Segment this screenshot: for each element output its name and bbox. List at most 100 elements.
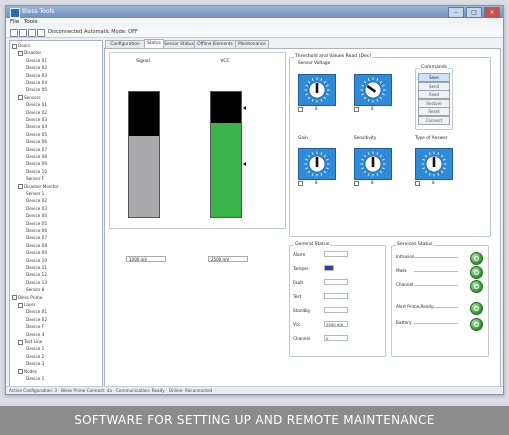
tree-item[interactable]: Device 11 bbox=[26, 265, 47, 271]
tab-sensor-status[interactable]: Sensor Status bbox=[163, 40, 195, 48]
tree-item[interactable]: Doors bbox=[12, 43, 30, 49]
service-row: Alert Prime Ready bbox=[396, 302, 476, 312]
tree-item[interactable]: Device 02 bbox=[26, 317, 47, 323]
rotary-dial[interactable] bbox=[354, 74, 392, 106]
expand-toggle-icon[interactable] bbox=[18, 302, 23, 308]
tree-item[interactable]: Device 04 bbox=[26, 80, 47, 86]
tree-item[interactable]: Device 2 bbox=[26, 354, 44, 360]
refresh-icon[interactable] bbox=[37, 29, 45, 37]
tree-item[interactable]: Sensors bbox=[18, 95, 41, 101]
tree-item-label: Sensor 1 bbox=[26, 191, 45, 196]
tree-item[interactable]: Device 02 bbox=[26, 65, 47, 71]
tree-item[interactable]: Device 1 bbox=[26, 376, 44, 382]
tree-item-label: Laser bbox=[24, 302, 36, 307]
tree-item[interactable]: Device 01 bbox=[26, 309, 47, 315]
tree-item[interactable]: Device 3 bbox=[26, 361, 44, 367]
status-row: Tamper bbox=[293, 265, 383, 272]
tree-item[interactable]: Test Line bbox=[18, 339, 42, 345]
tree-item[interactable]: Device 09 bbox=[26, 161, 47, 167]
tree-item-label: Device 4 bbox=[26, 331, 45, 337]
dial-lock-checkbox[interactable] bbox=[298, 106, 303, 112]
tree-item[interactable]: Device 10 bbox=[26, 169, 47, 175]
tree-item[interactable]: Disaster bbox=[18, 50, 41, 56]
caption-banner: SOFTWARE FOR SETTING UP AND REMOTE MAINT… bbox=[0, 406, 509, 435]
tree-item[interactable]: Device 05 bbox=[26, 87, 47, 93]
dial-lock-checkbox[interactable] bbox=[354, 106, 359, 112]
menu-file[interactable]: File bbox=[10, 19, 19, 25]
tree-item[interactable]: Device 06 bbox=[26, 139, 47, 145]
tree-item[interactable]: Device 02 bbox=[26, 110, 47, 116]
device-tree[interactable]: Doors Disaster Device 01 Device 02 Device 03… bbox=[9, 40, 103, 392]
tree-item[interactable]: Device 03 bbox=[26, 73, 47, 79]
tree-item[interactable]: Device 04 bbox=[26, 213, 47, 219]
tree-item[interactable]: Device 07 bbox=[26, 235, 47, 241]
expand-toggle-icon[interactable] bbox=[12, 295, 17, 301]
expand-toggle-icon[interactable] bbox=[18, 184, 23, 190]
tree-item[interactable]: Device 13 bbox=[26, 280, 47, 286]
dial-value-text: 8 bbox=[315, 106, 318, 111]
tree-item[interactable]: Laser bbox=[18, 302, 35, 308]
status-label: Vcc bbox=[293, 322, 301, 327]
rotary-dial[interactable] bbox=[415, 148, 453, 180]
tree-item[interactable]: Sensor 8 bbox=[26, 287, 44, 293]
commands-title: Commands bbox=[420, 65, 449, 70]
tree-item[interactable]: Device 02 bbox=[26, 198, 47, 204]
rotary-dial[interactable] bbox=[354, 148, 392, 180]
tree-item[interactable]: Device 10 bbox=[26, 258, 47, 264]
tree-item[interactable]: Device 4 bbox=[26, 332, 44, 338]
tree-item[interactable]: Device 04 bbox=[26, 124, 47, 130]
tree-item-label: Device 1 bbox=[26, 376, 45, 381]
dial-lock-checkbox[interactable] bbox=[298, 180, 303, 186]
dial-lock-checkbox[interactable] bbox=[415, 180, 420, 186]
tree-item[interactable]: Device 06 bbox=[26, 228, 47, 234]
tab-status[interactable]: Status bbox=[144, 39, 164, 48]
tree-item[interactable]: Disaster Monitor bbox=[18, 184, 59, 190]
status-row: Alarm bbox=[293, 251, 383, 258]
tree-item[interactable]: Sensor 1 bbox=[26, 191, 44, 197]
expand-toggle-icon[interactable] bbox=[18, 50, 23, 56]
tree-item-label: Device 06 bbox=[26, 139, 47, 145]
status-led-icon bbox=[470, 252, 483, 265]
new-icon[interactable] bbox=[10, 29, 18, 37]
expand-toggle-icon[interactable] bbox=[18, 339, 23, 345]
tree-item[interactable]: Device 03 bbox=[26, 117, 47, 123]
tree-item[interactable]: Device 09 bbox=[26, 250, 47, 256]
connect-icon[interactable] bbox=[28, 29, 36, 37]
status-field bbox=[324, 251, 348, 257]
led-ring-icon bbox=[474, 270, 479, 275]
close-button[interactable]: × bbox=[484, 7, 500, 18]
tree-item[interactable]: Device 08 bbox=[26, 154, 47, 160]
rotary-dial[interactable] bbox=[298, 148, 336, 180]
tree-item[interactable]: Nodes bbox=[18, 369, 37, 375]
tree-item[interactable]: Device 01 bbox=[26, 58, 47, 64]
expand-toggle-icon[interactable] bbox=[12, 43, 17, 49]
tree-item[interactable]: Sensor F bbox=[26, 176, 44, 182]
minimize-button[interactable]: – bbox=[448, 7, 464, 18]
tree-item[interactable]: Device F bbox=[26, 324, 44, 330]
tab-maintenance[interactable]: Maintenance bbox=[235, 40, 269, 48]
expand-toggle-icon[interactable] bbox=[18, 95, 23, 101]
tree-item[interactable]: Device 07 bbox=[26, 147, 47, 153]
tab-offline-elements[interactable]: Offline Elements bbox=[194, 40, 236, 48]
tree-item[interactable]: Device 08 bbox=[26, 243, 47, 249]
dial-lock-checkbox[interactable] bbox=[354, 180, 359, 186]
tree-item[interactable]: Bless Prime bbox=[12, 295, 42, 301]
command-connect-button[interactable]: Connect bbox=[418, 115, 450, 125]
maximize-button[interactable]: □ bbox=[466, 7, 482, 18]
tree-item[interactable]: Device 05 bbox=[26, 221, 47, 227]
search-icon[interactable] bbox=[19, 29, 27, 37]
tab-configuration[interactable]: Configuration bbox=[105, 40, 145, 48]
service-status-group: Services Status Intrusion Mask Channel Aler… bbox=[391, 242, 489, 357]
tree-item-label: Device 03 bbox=[26, 72, 47, 78]
rotary-dial[interactable] bbox=[298, 74, 336, 106]
tree-item[interactable]: Device 12 bbox=[26, 272, 47, 278]
tree-item[interactable]: Device 01 bbox=[26, 102, 47, 108]
tree-item[interactable]: Device 1 bbox=[26, 346, 44, 352]
expand-toggle-icon[interactable] bbox=[18, 369, 23, 375]
menu-tools[interactable]: Tools bbox=[24, 19, 38, 25]
status-row: Vcc 2500 mV bbox=[293, 321, 383, 328]
tree-item[interactable]: Device 03 bbox=[26, 206, 47, 212]
tree-item[interactable]: Device 05 bbox=[26, 132, 47, 138]
dial-knob-icon bbox=[304, 77, 330, 103]
title-bar: Bless Tools – □ × bbox=[6, 6, 503, 18]
